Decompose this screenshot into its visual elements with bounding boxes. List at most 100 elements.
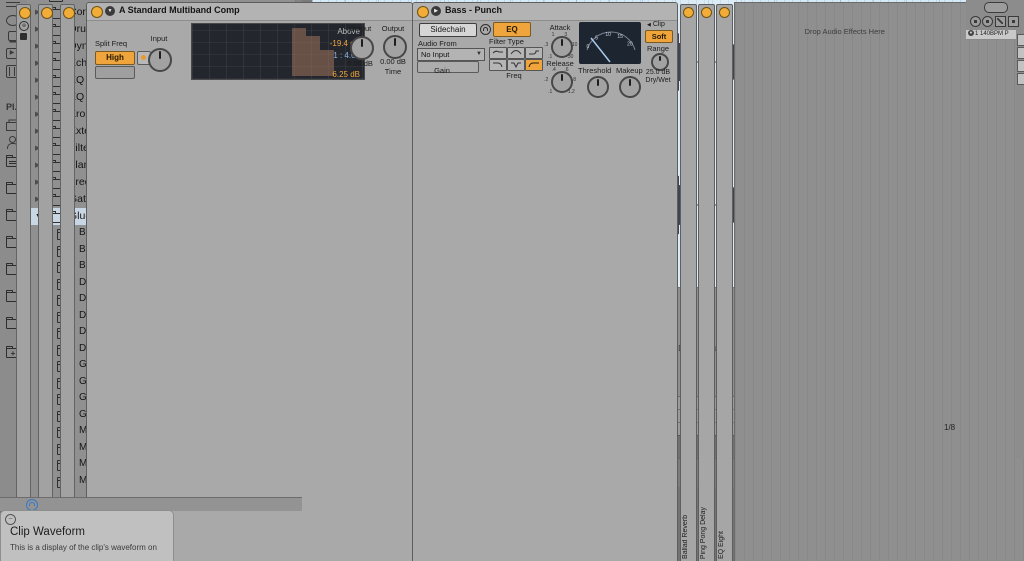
device-title: A Standard Multiband Comp	[119, 5, 240, 15]
svg-text:0: 0	[587, 44, 590, 50]
dot	[973, 19, 977, 23]
info-view-icon[interactable]: ~	[5, 514, 16, 525]
info-view-body: This is a display of the clip's waveform…	[10, 543, 157, 552]
filter-lowcut-button[interactable]	[489, 47, 507, 59]
release-label: Release	[546, 59, 574, 68]
device-multiband-comp: ▼ A Standard Multiband Comp Split Freq H…	[86, 2, 413, 561]
svg-text:20: 20	[627, 41, 633, 47]
output1-value[interactable]: 0.00 dB	[344, 59, 376, 68]
attack-label: Attack	[549, 23, 571, 32]
range-label: Range	[646, 44, 670, 53]
device-title: Bass - Punch	[445, 5, 503, 15]
draw-mode-dot-icon[interactable]	[970, 16, 981, 27]
device-activator[interactable]	[62, 7, 75, 19]
device-activator[interactable]	[682, 7, 694, 18]
threshold-label: Threshold	[578, 66, 612, 75]
track-mini-box[interactable]	[1017, 47, 1024, 59]
filter-type-label: Filter Type	[489, 37, 524, 46]
ableton-live-window: ▶ Pl. + ▶Compressor▶Corpus▶Drum Buss▶Dyn…	[0, 0, 1024, 561]
knob-tick-label: .6	[564, 66, 569, 73]
device-header[interactable]: ▼ A Standard Multiband Comp	[87, 3, 412, 21]
soft-clip-button[interactable]: Soft	[645, 30, 673, 43]
lock-icon[interactable]	[1008, 16, 1019, 27]
audio-from-select[interactable]: No Input ▼	[417, 48, 485, 61]
solo-dot	[141, 55, 146, 60]
knob-tick-label: 1	[551, 31, 555, 38]
drop-audio-text: Drop Audio Effects Here	[804, 27, 885, 36]
filter-highshelf-button[interactable]	[525, 47, 543, 59]
device-fold-icon[interactable]: ▶	[431, 6, 441, 16]
device-drop-area[interactable]: Drop Audio Effects Here	[734, 2, 1024, 561]
device-fold-icon[interactable]: ▼	[105, 6, 115, 16]
track-mini-box[interactable]	[1017, 34, 1024, 46]
device-header[interactable]: ▶ Bass - Punch	[413, 3, 677, 21]
device-activator[interactable]	[718, 7, 730, 18]
filter-lowpass-button[interactable]	[489, 59, 507, 71]
collapsed-device-strip[interactable]: ⊛	[16, 4, 31, 561]
track-mini-box[interactable]	[1017, 73, 1024, 85]
clip-fold-icon[interactable]: ▼	[968, 30, 974, 36]
collapsed-device[interactable]: Ballad Reverb	[680, 4, 697, 561]
collapsed-device[interactable]: Ping Pong Delay	[698, 4, 715, 561]
chevron-down-icon: ▼	[476, 51, 482, 57]
input-knob[interactable]	[148, 48, 172, 72]
time-label: Time	[384, 67, 402, 76]
knob-tick-label: 3	[564, 31, 568, 38]
output1-knob[interactable]	[350, 36, 374, 60]
loop-switch-icon[interactable]	[984, 2, 1008, 13]
freq-label: Freq	[506, 71, 522, 80]
multiband-display[interactable]: Above -19.4 dB 1 : 4.00 6.25 dB	[191, 23, 365, 80]
info-view-title: Clip Waveform	[10, 526, 85, 538]
headphones-mini-icon[interactable]: ⊛	[19, 21, 29, 31]
arrangement-corner-controls	[966, 0, 1024, 30]
clip-label: ◀ Clip	[647, 21, 665, 28]
audio-from-label: Audio From	[418, 39, 457, 48]
mini-device-icon	[19, 33, 27, 40]
band-mid-button[interactable]	[95, 66, 135, 79]
device-activator[interactable]	[91, 6, 103, 18]
range-value[interactable]: 25.0 dB	[641, 69, 675, 76]
split-freq-label: Split Freq	[95, 39, 128, 48]
grid-size-value: 1/8	[944, 423, 956, 432]
sidechain-listen-icon[interactable]	[480, 24, 491, 35]
clip-mini-bar[interactable]: ▼ 1 140BPM P	[966, 30, 1016, 40]
output2-knob[interactable]	[383, 35, 407, 59]
device-activator[interactable]	[700, 7, 712, 18]
output1-label: Output	[348, 24, 372, 33]
device-glue-compressor: ▶ Bass - Punch Sidechain EQ Audio From N…	[412, 2, 678, 561]
collapsed-device-strip[interactable]	[38, 4, 53, 561]
svg-text:10: 10	[605, 32, 611, 38]
svg-text:15: 15	[617, 34, 623, 40]
device-activator[interactable]	[18, 7, 31, 19]
output2-value[interactable]: 0.00 dB	[377, 57, 409, 66]
knob-tick-label: .4	[551, 66, 556, 73]
input-label: Input	[150, 34, 168, 43]
filter-highpass-button[interactable]	[525, 59, 543, 71]
filter-bell-button[interactable]	[507, 47, 525, 59]
knob-tick-label: .1	[548, 53, 553, 60]
audio-from-value: No Input	[421, 50, 450, 59]
clip-led-icon: ◀	[647, 22, 651, 28]
collapsed-device[interactable]: EQ Eight	[716, 4, 733, 561]
svg-text:5: 5	[595, 36, 598, 42]
band-high-button[interactable]: High	[95, 51, 135, 65]
sidechain-toggle[interactable]: Sidechain	[419, 23, 477, 37]
lock-glyph	[1011, 19, 1015, 23]
track-mini-box[interactable]	[1017, 60, 1024, 72]
knob-tick-label: .3	[544, 41, 549, 48]
display-bar	[292, 28, 306, 76]
filter-notch-button[interactable]	[507, 59, 525, 71]
pencil-icon[interactable]	[995, 16, 1006, 27]
makeup-label: Makeup	[616, 66, 643, 75]
gain-label: Gain	[434, 66, 450, 75]
collapsed-device-strip[interactable]	[60, 4, 75, 561]
knob-tick-label: 30	[567, 53, 574, 60]
browser-preview-bar	[0, 497, 302, 511]
eq-button[interactable]: EQ	[493, 22, 531, 37]
device-activator[interactable]	[417, 6, 429, 18]
info-view-panel: ~ Clip Waveform This is a display of the…	[0, 510, 174, 561]
gain-value[interactable]: 6.25 dB	[308, 70, 360, 79]
pencil-glyph	[997, 18, 1003, 24]
device-activator[interactable]	[40, 7, 53, 19]
follow-dot-icon[interactable]	[982, 16, 993, 27]
